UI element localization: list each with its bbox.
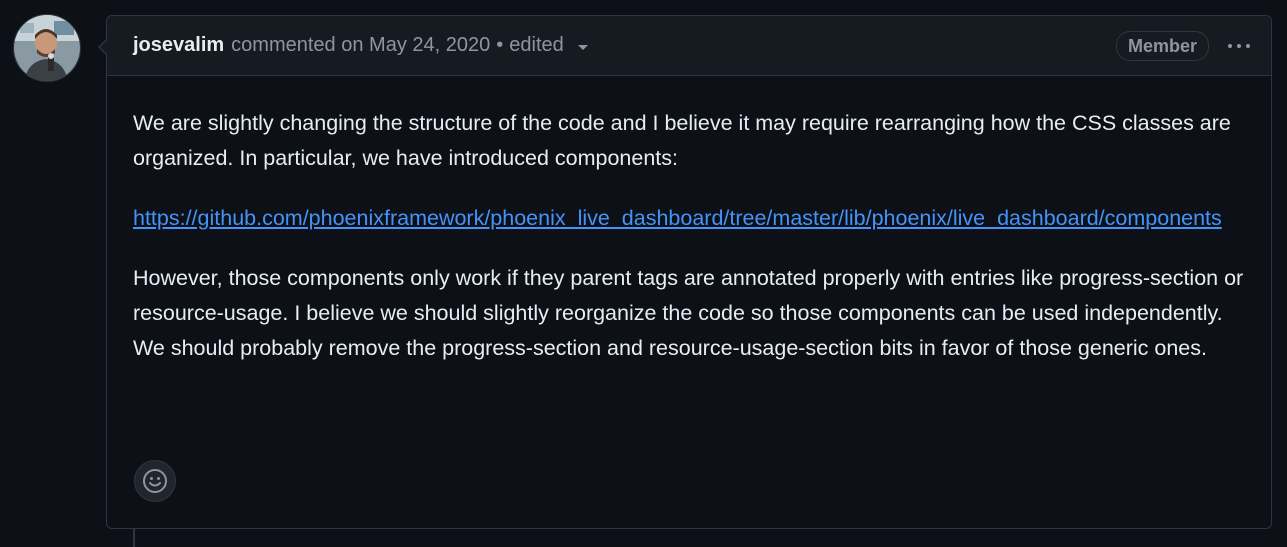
member-badge: Member (1115, 30, 1209, 61)
chevron-down-icon (577, 45, 588, 50)
comment-paragraph-1: We are slightly changing the structure o… (133, 111, 1231, 170)
issue-timeline: josevalim commented on May 24, 2020 • ed… (0, 0, 1287, 547)
edited-dropdown[interactable]: • edited (496, 34, 588, 57)
author-link[interactable]: josevalim (133, 34, 224, 57)
comment-header: josevalim commented on May 24, 2020 • ed… (107, 16, 1271, 76)
smiley-icon (143, 469, 167, 493)
timeline-line (133, 528, 135, 547)
comment-meta: commented on May 24, 2020 (231, 34, 490, 57)
edited-label: edited (509, 34, 564, 56)
comment-pointer-inner (100, 39, 108, 55)
comment-body: We are slightly changing the structure o… (107, 76, 1271, 366)
comment-card: josevalim commented on May 24, 2020 • ed… (98, 15, 1272, 529)
comment-action: commented on (231, 34, 364, 56)
comment-date-link[interactable]: May 24, 2020 (369, 34, 490, 56)
user-avatar-icon (14, 15, 80, 81)
comment-paragraph-2: However, those components only work if t… (133, 266, 1244, 360)
kebab-horizontal-icon[interactable] (1223, 36, 1255, 56)
author-avatar[interactable] (13, 14, 81, 82)
add-reaction-button[interactable] (134, 460, 176, 502)
edited-separator: • (496, 34, 504, 56)
components-link[interactable]: https://github.com/phoenixframework/phoe… (133, 206, 1222, 230)
